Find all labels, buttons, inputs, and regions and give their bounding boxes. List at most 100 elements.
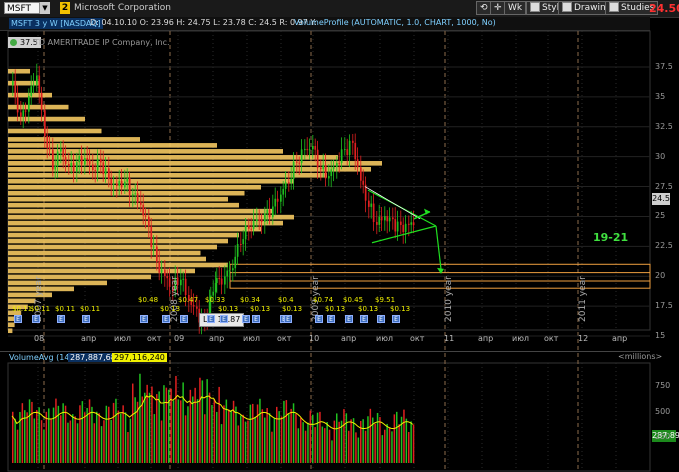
- volume-bar: [235, 406, 237, 463]
- price-tick: 25: [655, 211, 666, 221]
- candle-body: [164, 269, 166, 277]
- arrow-down: [435, 225, 442, 270]
- volume-bar: [384, 429, 386, 463]
- profile-bar: [8, 256, 206, 262]
- volume-bar: [314, 427, 316, 463]
- candle-body: [12, 81, 14, 85]
- candle-body: [392, 217, 394, 220]
- volume-bar: [110, 420, 112, 463]
- volume-bar: [367, 416, 369, 463]
- candle-body: [268, 209, 271, 218]
- candle-body: [290, 178, 293, 183]
- earnings-icon[interactable]: E: [180, 315, 188, 323]
- candle-body: [108, 168, 110, 180]
- volume-bar: [112, 402, 115, 463]
- month-tick: 08: [34, 334, 45, 343]
- candle-body: [344, 149, 346, 151]
- volume-bar: [38, 407, 40, 463]
- candle-body: [196, 306, 198, 309]
- dividend-label: $0.13: [160, 305, 181, 313]
- candle-body: [264, 213, 266, 222]
- volume-bar: [312, 414, 314, 463]
- earnings-icon[interactable]: E: [315, 315, 323, 323]
- candle-body: [280, 194, 282, 202]
- volume-bar: [127, 432, 129, 463]
- candle-body: [338, 162, 341, 164]
- candle-body: [68, 164, 70, 167]
- candle-body: [362, 180, 365, 185]
- earnings-icon[interactable]: E: [327, 315, 335, 323]
- profile-bar: [8, 184, 261, 190]
- candle-body: [288, 182, 290, 184]
- volume-bar: [264, 417, 266, 463]
- volume-bar: [326, 422, 328, 463]
- candle-body: [180, 279, 182, 286]
- volume-bar: [247, 420, 249, 463]
- earnings-icon[interactable]: E: [392, 315, 400, 323]
- earnings-icon[interactable]: E: [252, 315, 260, 323]
- earnings-icon[interactable]: E: [162, 315, 170, 323]
- volume-bar: [139, 373, 141, 463]
- earnings-icon[interactable]: E: [242, 315, 250, 323]
- candle-body: [370, 203, 373, 207]
- volume-bar: [290, 408, 292, 463]
- earnings-icon[interactable]: E: [360, 315, 368, 323]
- earnings-icon[interactable]: E: [207, 315, 215, 323]
- candle-body: [134, 193, 137, 195]
- earnings-icon[interactable]: E: [57, 315, 65, 323]
- volume-bar: [321, 426, 324, 463]
- candle-body: [412, 222, 415, 226]
- candle-body: [298, 162, 301, 164]
- candle-body: [102, 162, 105, 175]
- candle-body: [266, 209, 269, 214]
- volume-bar: [115, 398, 117, 463]
- volume-bar: [213, 399, 216, 463]
- candle-body: [260, 219, 263, 222]
- dividend-label: $0.48: [138, 296, 159, 304]
- dividend-label: $0.13: [282, 305, 303, 313]
- volume-bar: [60, 415, 62, 463]
- volume-bar: [388, 427, 391, 463]
- candle-body: [80, 156, 83, 165]
- candle-body: [244, 225, 247, 240]
- volume-bar: [48, 408, 50, 463]
- volume-bar: [398, 424, 400, 463]
- volume-bar: [324, 428, 326, 463]
- dividend-label: $0.13: [358, 305, 379, 313]
- volume-bar: [64, 405, 67, 463]
- earnings-icon[interactable]: E: [377, 315, 385, 323]
- profile-bar: [8, 116, 85, 122]
- volume-bar: [343, 409, 345, 463]
- volume-bar: [259, 398, 261, 463]
- profile-bar: [8, 190, 245, 196]
- month-tick: июл: [512, 334, 530, 343]
- volume-bar: [249, 404, 252, 463]
- earnings-icon[interactable]: E: [284, 315, 292, 323]
- volume-bar: [304, 430, 307, 463]
- volume-bar: [117, 410, 120, 463]
- candle-body: [228, 270, 231, 272]
- earnings-icon[interactable]: E: [220, 315, 228, 323]
- profile-bar: [8, 143, 217, 148]
- candle-body: [44, 110, 46, 137]
- study-average: 297,116,240: [112, 353, 167, 362]
- price-tick: 35: [655, 91, 666, 101]
- earnings-icon[interactable]: E: [140, 315, 148, 323]
- candle-body: [54, 166, 57, 170]
- volume-bar: [273, 418, 276, 463]
- candle-body: [320, 167, 322, 170]
- study-name[interactable]: VolumeAvg (14): [9, 353, 73, 362]
- volume-bar: [376, 412, 379, 463]
- volume-bar: [355, 432, 357, 463]
- candle-body: [22, 110, 25, 117]
- earnings-icon[interactable]: E: [82, 315, 90, 323]
- earnings-icon[interactable]: E: [14, 315, 22, 323]
- earnings-icon[interactable]: E: [32, 315, 40, 323]
- price-chart[interactable]: [0, 0, 679, 472]
- candle-body: [124, 181, 126, 188]
- candle-body: [144, 215, 147, 217]
- volume-bar: [374, 423, 376, 463]
- candle-body: [72, 162, 75, 172]
- earnings-icon[interactable]: E: [345, 315, 353, 323]
- candle-body: [236, 244, 239, 257]
